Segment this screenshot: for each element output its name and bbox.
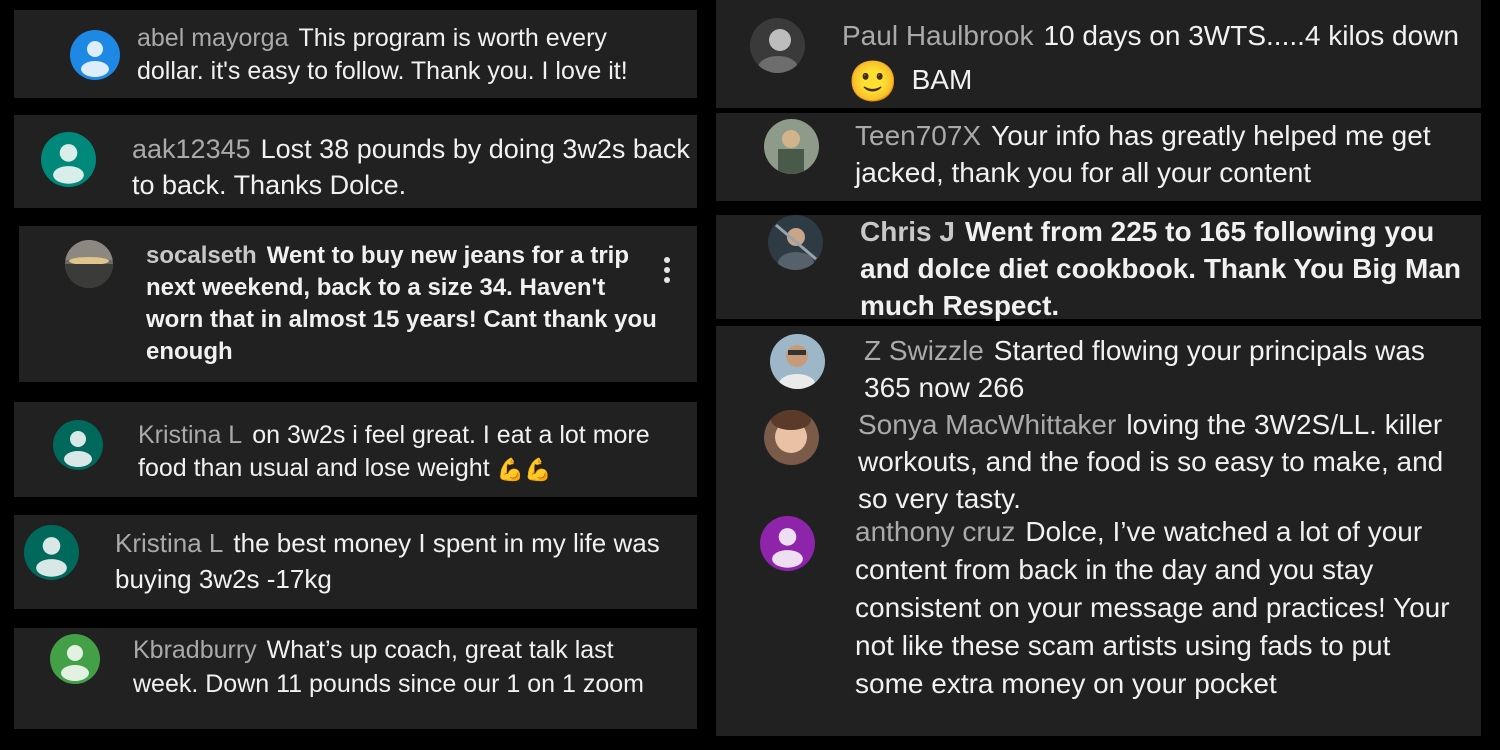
comment-author[interactable]: anthony cruz <box>855 516 1015 547</box>
smiling-face-emoji: 🙂 <box>848 59 898 104</box>
person-photo-avatar <box>764 410 819 465</box>
comment-author[interactable]: Kbradburry <box>133 636 257 664</box>
avatar[interactable] <box>70 30 120 80</box>
comment-text: 10 days on 3WTS.....4 kilos down <box>1043 20 1459 51</box>
comment-author[interactable]: abel mayorga <box>137 24 288 52</box>
comment-card: Kbradburry What’s up coach, great talk la… <box>14 628 697 729</box>
comment-body: Z Swizzle Started flowing your principals… <box>864 332 1454 406</box>
comment-body: Kristina Lon 3w2s i feel great. I eat a … <box>138 419 683 486</box>
comment-card: socalseth Went to buy new jeans for a tri… <box>19 226 697 382</box>
comment-body: Kristina Lthe best money I spent in my l… <box>115 525 685 597</box>
comment-card: Kristina Lon 3w2s i feel great. I eat a … <box>14 402 697 497</box>
comment-card: Paul Haulbrook 10 days on 3WTS.....4 kilo… <box>716 0 1481 108</box>
flexed-biceps-emoji: 💪💪 <box>496 456 552 482</box>
comment-body: Paul Haulbrook 10 days on 3WTS.....4 kilo… <box>842 14 1462 104</box>
default-user-icon <box>61 645 89 681</box>
avatar[interactable] <box>764 119 819 174</box>
avatar[interactable] <box>770 334 825 389</box>
default-user-icon <box>81 41 109 77</box>
default-user-icon <box>772 528 803 568</box>
comment-author[interactable]: Kristina L <box>138 421 242 449</box>
comment-author[interactable]: aak12345 <box>132 134 251 164</box>
comment-body: Teen707X Your info has greatly helped me … <box>855 117 1455 191</box>
comment-author[interactable]: Kristina L <box>115 528 223 558</box>
more-options-icon[interactable] <box>662 257 672 283</box>
comment-body: abel mayorga This program is worth every … <box>137 22 677 88</box>
comment-author[interactable]: socalseth <box>146 242 257 269</box>
comment-card: Teen707X Your info has greatly helped me … <box>716 113 1481 201</box>
default-user-icon <box>64 431 92 467</box>
sunset-photo-avatar <box>65 240 113 288</box>
comment-body: aak12345 Lost 38 pounds by doing 3w2s bac… <box>132 131 692 203</box>
comment-card: Z Swizzle Started flowing your principals… <box>716 326 1481 736</box>
avatar[interactable] <box>65 240 113 288</box>
comment-author[interactable]: Paul Haulbrook <box>842 20 1033 51</box>
person-photo-avatar <box>768 215 823 270</box>
person-photo-avatar <box>750 18 805 73</box>
comment-body: Chris J Went from 225 to 165 following yo… <box>860 213 1470 324</box>
comment-body: anthony cruz Dolce, I’ve watched a lot of… <box>855 513 1460 703</box>
comment-card: abel mayorga This program is worth every … <box>14 10 697 98</box>
comment-text-end: BAM <box>911 64 973 95</box>
avatar[interactable] <box>750 18 805 73</box>
person-photo-avatar <box>764 119 819 174</box>
avatar[interactable] <box>50 634 100 684</box>
avatar[interactable] <box>41 132 96 187</box>
person-photo-avatar <box>770 334 825 389</box>
comment-body: Kbradburry What’s up coach, great talk la… <box>133 633 678 701</box>
avatar[interactable] <box>53 420 103 470</box>
avatar[interactable] <box>764 410 819 465</box>
comment-author[interactable]: Sonya MacWhittaker <box>858 409 1116 440</box>
comment-author[interactable]: Chris J <box>860 216 955 247</box>
comment-card: Kristina Lthe best money I spent in my l… <box>14 515 697 609</box>
default-user-icon <box>53 144 84 184</box>
comment-body: socalseth Went to buy new jeans for a tri… <box>146 240 666 368</box>
default-user-icon <box>36 537 67 577</box>
avatar[interactable] <box>768 215 823 270</box>
comment-card: Chris J Went from 225 to 165 following yo… <box>716 215 1481 321</box>
avatar[interactable] <box>24 525 79 580</box>
comment-body: Sonya MacWhittaker loving the 3W2S/LL. ki… <box>858 406 1458 517</box>
comment-author[interactable]: Z Swizzle <box>864 335 984 366</box>
comment-author[interactable]: Teen707X <box>855 120 981 151</box>
avatar[interactable] <box>760 516 815 571</box>
comment-card: aak12345 Lost 38 pounds by doing 3w2s bac… <box>14 115 697 208</box>
